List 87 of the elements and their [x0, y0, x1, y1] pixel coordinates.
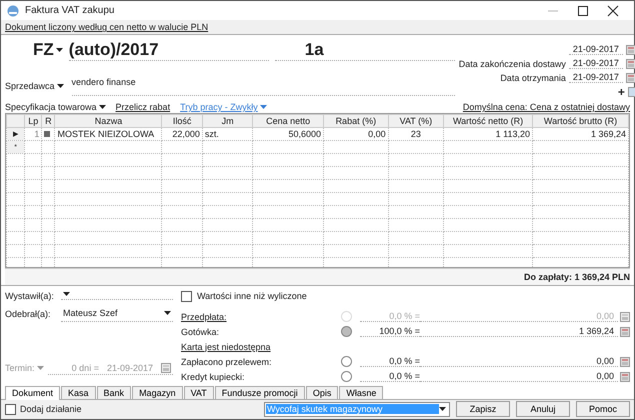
calendar-icon[interactable] — [626, 72, 635, 82]
document-suffix-field[interactable]: 1a — [274, 40, 455, 60]
caret-icon — [56, 84, 64, 88]
tab[interactable]: Magazyn — [132, 386, 183, 399]
date-field[interactable]: 21-09-2017 — [568, 58, 623, 69]
caret-icon — [36, 366, 44, 370]
tab[interactable]: Kasa — [61, 386, 96, 399]
table-cell: 0,00 — [324, 128, 388, 140]
tab[interactable]: Bank — [96, 386, 132, 399]
percent-field[interactable]: 0,0 % = — [360, 356, 420, 368]
percent-field[interactable]: 100,0 % = — [360, 326, 420, 338]
calendar-icon[interactable] — [626, 58, 635, 68]
card-link[interactable]: Karta jest niedostępna — [181, 342, 271, 352]
column-header[interactable]: R — [42, 114, 55, 128]
caret-icon — [63, 292, 70, 296]
date-field[interactable]: 21-09-2017 — [568, 72, 623, 83]
table-cell: 1 — [24, 128, 42, 140]
default-price-link[interactable]: Domyślna cena: Cena z ostatniej dostawy — [462, 102, 630, 112]
column-header[interactable]: Wartość netto (R) — [444, 114, 532, 128]
specification-dropdown[interactable]: Specyfikacja towarowa — [5, 102, 106, 112]
payment-label: Gotówka: — [181, 326, 220, 337]
radio-button[interactable] — [341, 326, 352, 338]
seller-field[interactable]: vendero finanse — [72, 75, 455, 96]
table-cell: 50,6000 — [252, 128, 324, 140]
dialog-button[interactable]: Zapisz — [456, 401, 510, 418]
tab[interactable]: Dokument — [5, 386, 60, 400]
radio-button[interactable] — [341, 371, 352, 382]
tab[interactable]: VAT — [184, 386, 214, 399]
table-cell: MOSTEK NIEIZOLOWA — [54, 128, 162, 140]
calendar-icon[interactable] — [626, 44, 635, 54]
received-by-dropdown[interactable]: Mateusz Szef — [61, 306, 173, 322]
tab[interactable]: Opis — [306, 386, 338, 399]
table-cell: 1 113,20 — [444, 128, 532, 140]
date-label: Data otrzymania — [500, 72, 566, 82]
checkbox-label: Dodaj działanie — [20, 404, 82, 414]
calculator-icon[interactable] — [620, 356, 630, 367]
dialog-button[interactable]: Anuluj — [516, 401, 570, 418]
caret-icon — [98, 105, 106, 109]
table-cell: 22,000 — [162, 128, 202, 140]
column-header[interactable]: VAT (%) — [388, 114, 444, 128]
app-icon — [7, 4, 19, 17]
seller-dropdown[interactable]: Sprzedawca — [5, 80, 64, 90]
document-number-field[interactable]: (auto)/2017 — [68, 40, 269, 60]
issued-by-label: Wystawił(a): — [5, 290, 55, 301]
tab[interactable]: Fundusze promocji — [214, 386, 305, 399]
calculator-icon[interactable] — [620, 372, 630, 382]
add-icon[interactable]: + — [618, 84, 625, 98]
date-label: Data zakończenia dostawy — [458, 58, 566, 68]
caret-icon — [56, 48, 63, 52]
tab[interactable]: Własne — [339, 386, 384, 399]
card-icon[interactable] — [628, 86, 635, 96]
checkbox[interactable] — [181, 290, 192, 302]
total-due: Do zapłaty: 1 369,24 PLN — [524, 272, 630, 282]
table-cell: 1 369,24 — [532, 128, 628, 140]
column-header[interactable]: Lp — [24, 114, 42, 128]
checkbox-label: Wartości inne niż wyliczone — [197, 291, 307, 302]
payment-label: Kredyt kupiecki: — [181, 372, 245, 382]
recalculate-link[interactable]: Przelicz rabat — [116, 102, 170, 112]
term-days: 0 dni = — [72, 362, 99, 373]
amount-field[interactable]: 0,00 — [420, 371, 618, 382]
amount-field[interactable]: 1 369,24 — [420, 326, 618, 338]
column-header[interactable]: Ilość — [162, 114, 202, 128]
radio-button[interactable] — [341, 356, 352, 368]
payment-label: Zapłacono przelewem: — [181, 356, 272, 367]
dialog-button[interactable]: Pomoc — [576, 401, 630, 418]
column-header[interactable]: Jm — [202, 114, 253, 128]
column-header[interactable]: Rabat (%) — [324, 114, 388, 128]
caret-icon — [260, 105, 267, 109]
column-header[interactable]: Cena netto — [252, 114, 324, 128]
calculator-icon[interactable] — [620, 326, 630, 337]
amount-field[interactable]: 0,00 — [420, 356, 618, 368]
table-cell: szt. — [202, 128, 253, 140]
checkbox[interactable] — [5, 404, 16, 415]
column-header[interactable]: Wartość brutto (R) — [532, 114, 628, 128]
issued-by-dropdown[interactable] — [61, 291, 173, 300]
square-icon — [44, 131, 50, 137]
caret-icon — [439, 407, 446, 412]
term-date: 21-09-2017 — [106, 362, 153, 373]
percent-field[interactable]: 0,0 % = — [360, 371, 420, 382]
received-by-label: Odebrał(a): — [5, 309, 52, 320]
caret-icon — [164, 310, 171, 315]
work-mode-dropdown[interactable]: Tryb pracy - Zwykły — [180, 102, 267, 112]
window-title: Faktura VAT zakupu — [25, 5, 116, 16]
date-field[interactable]: 21-09-2017 — [568, 44, 623, 55]
column-header[interactable]: Nazwa — [54, 114, 162, 128]
table-cell: 23 — [388, 128, 444, 140]
document-type-dropdown[interactable]: FZ — [33, 40, 63, 60]
